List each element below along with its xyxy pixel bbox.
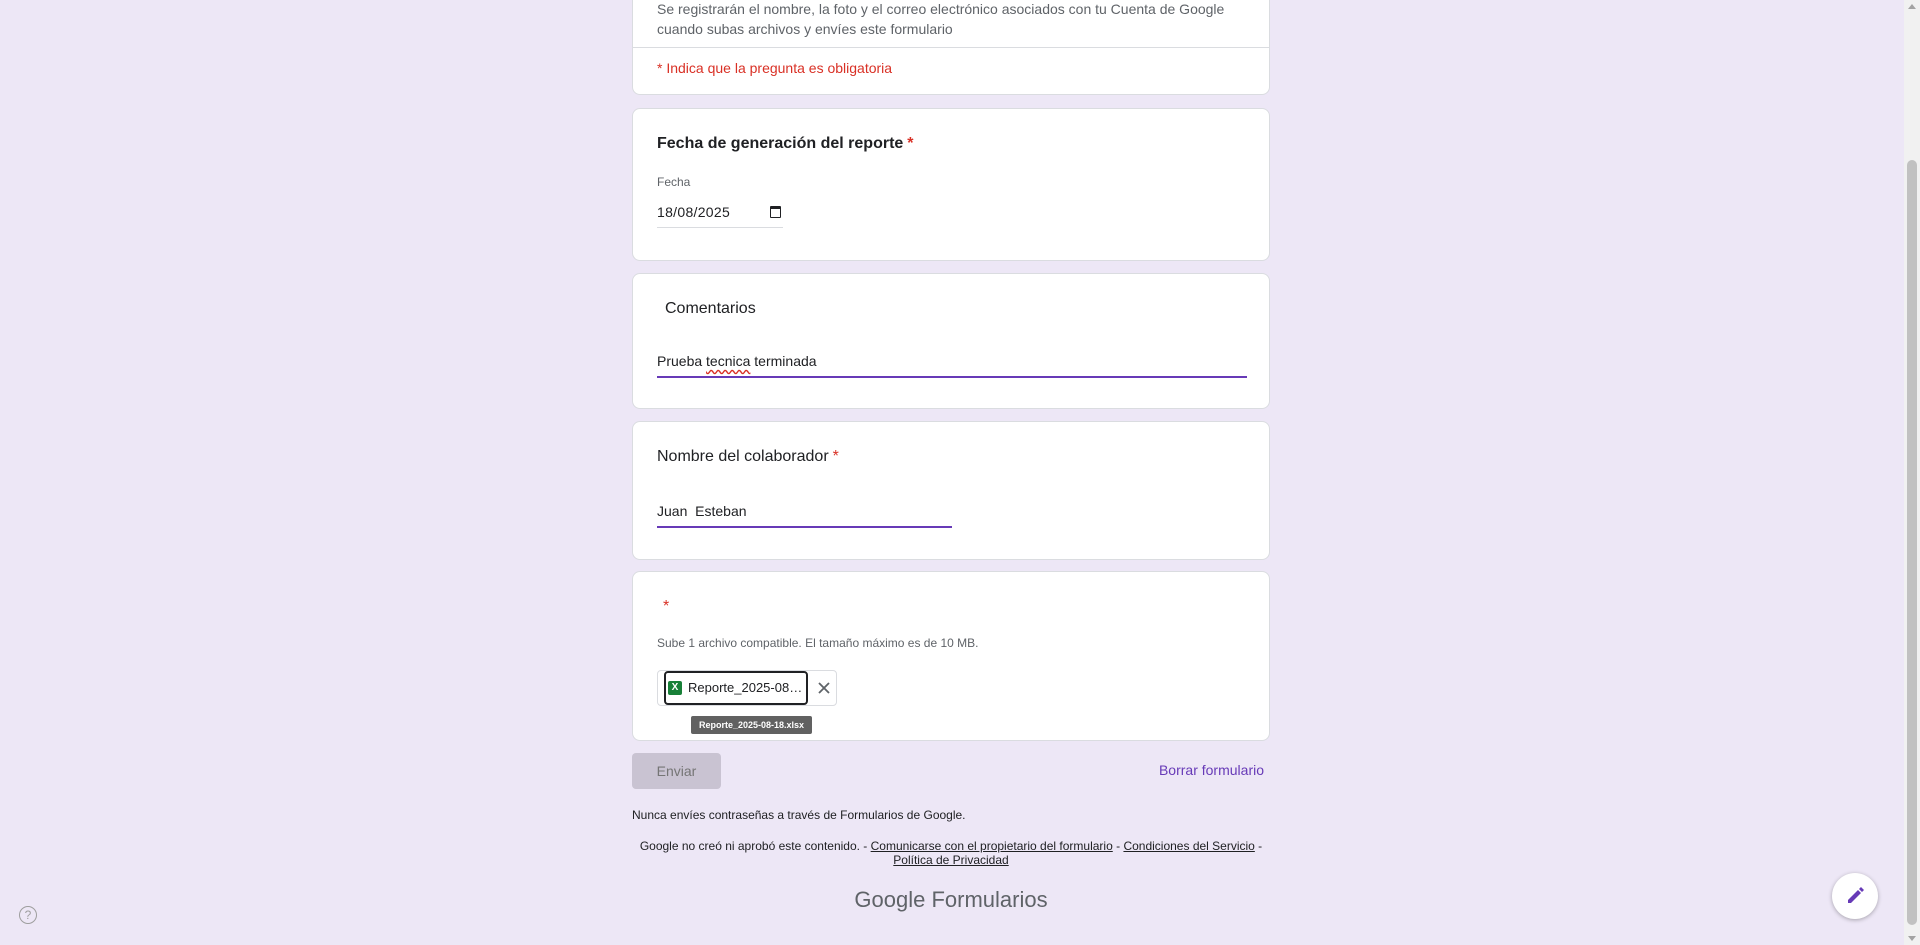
- divider: [633, 47, 1269, 48]
- file-name: Reporte_2025-08…: [688, 680, 803, 695]
- terms-link[interactable]: Condiciones del Servicio: [1123, 839, 1254, 853]
- comments-value: Prueba tecnica terminada: [657, 353, 817, 369]
- pencil-icon: [1848, 887, 1864, 903]
- question-card-collaborator: Nombre del colaborador * Juan Esteban: [632, 421, 1270, 560]
- account-notice: Se registrarán el nombre, la foto y el c…: [657, 1, 1225, 37]
- collaborator-value: Juan Esteban: [657, 503, 747, 519]
- calendar-icon[interactable]: [770, 206, 781, 218]
- scrollbar-thumb[interactable]: [1907, 160, 1917, 925]
- question-title: *: [659, 598, 669, 616]
- form-header-card: Se registrarán el nombre, la foto y el c…: [632, 0, 1270, 95]
- close-icon[interactable]: [815, 679, 833, 697]
- submit-button[interactable]: Enviar: [632, 753, 721, 789]
- collaborator-input[interactable]: Juan Esteban: [657, 500, 952, 528]
- date-input[interactable]: 18/08/2025: [657, 201, 783, 228]
- edit-button[interactable]: [1832, 873, 1878, 919]
- question-title: Nombre del colaborador *: [657, 448, 839, 465]
- legal-footer: Google no creó ni aprobó este contenido.…: [639, 839, 1263, 867]
- password-warning: Nunca envíes contraseñas a través de For…: [632, 808, 966, 822]
- required-asterisk: *: [663, 598, 670, 615]
- google-forms-logo[interactable]: Google Formularios: [632, 887, 1270, 913]
- misspelled-word: tecnica: [706, 353, 751, 369]
- question-card-date: Fecha de generación del reporte * Fecha 1…: [632, 108, 1270, 261]
- uploaded-file-chip: X Reporte_2025-08…: [657, 670, 837, 706]
- required-asterisk: *: [832, 448, 839, 465]
- question-card-comments: Comentarios Prueba tecnica terminada: [632, 273, 1270, 409]
- privacy-link[interactable]: Política de Privacidad: [893, 853, 1008, 867]
- file-name-tooltip: Reporte_2025-08-18.xlsx: [691, 716, 813, 734]
- required-asterisk: *: [907, 135, 914, 152]
- comments-input[interactable]: Prueba tecnica terminada: [657, 350, 1247, 378]
- date-label: Fecha: [657, 175, 691, 189]
- date-value: 18/08/2025: [657, 204, 731, 220]
- required-note: * Indica que la pregunta es obligatoria: [657, 60, 893, 76]
- help-circle-icon[interactable]: ?: [19, 906, 37, 924]
- question-title: Comentarios: [665, 300, 756, 317]
- contact-owner-link[interactable]: Comunicarse con el propietario del formu…: [871, 839, 1113, 853]
- excel-file-icon: X: [668, 681, 682, 695]
- clear-form-button[interactable]: Borrar formulario: [1159, 762, 1264, 778]
- uploaded-file-link[interactable]: X Reporte_2025-08…: [664, 671, 808, 705]
- vertical-scrollbar[interactable]: [1904, 0, 1920, 945]
- scroll-up-arrow-icon[interactable]: [1908, 4, 1916, 9]
- upload-hint: Sube 1 archivo compatible. El tamaño máx…: [657, 636, 979, 650]
- form-page: Se registrarán el nombre, la foto y el c…: [0, 0, 1920, 945]
- scroll-down-arrow-icon[interactable]: [1908, 936, 1916, 941]
- question-title: Fecha de generación del reporte *: [657, 135, 914, 152]
